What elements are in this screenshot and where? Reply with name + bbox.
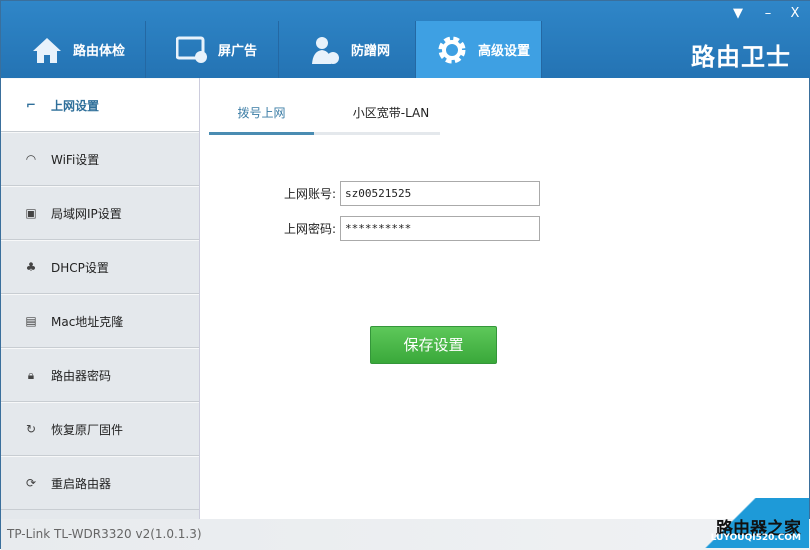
tab-ad-block[interactable]: 屏广告 (146, 21, 279, 78)
password-label: 上网密码: (283, 222, 336, 236)
password-input[interactable]: ********** (340, 216, 540, 241)
user-block-icon (309, 34, 341, 66)
lock-icon: 🔒︎ (27, 367, 35, 382)
sidebar-item-dhcp[interactable]: ♣ DHCP设置 (1, 240, 199, 294)
sidebar-item-label: WiFi设置 (51, 152, 100, 167)
tab-label: 路由体检 (73, 44, 126, 59)
sidebar-item-label: 路由器密码 (51, 368, 112, 383)
sidebar-item-restore-firmware[interactable]: ↻ 恢复原厂固件 (1, 402, 199, 456)
app-window: ▼ – X 路由体检 屏广告 防蹭网 高级设置 路由卫士 ⌐ 上网设置 ◠ WiFi… (0, 0, 810, 550)
sidebar: ⌐ 上网设置 ◠ WiFi设置 ▣ 局域网IP设置 ♣ DHCP设置 ▤ Mac地址克隆 … (1, 78, 200, 519)
sidebar-item-label: DHCP设置 (51, 260, 109, 275)
brand-logo: 路由卫士 (691, 43, 791, 71)
menu-button[interactable]: ▼ (726, 5, 750, 23)
reboot-icon: ⟳ (25, 476, 37, 490)
watermark-url: LUYOUQI520.COM (710, 533, 801, 543)
sidebar-item-router-password[interactable]: 🔒︎ 路由器密码 (1, 348, 199, 402)
tab-lan-broadband[interactable]: 小区宽带-LAN (331, 93, 451, 133)
tab-advanced-settings[interactable]: 高级设置 (416, 21, 542, 78)
sidebar-item-internet[interactable]: ⌐ 上网设置 (1, 78, 199, 132)
sidebar-item-label: 上网设置 (51, 98, 100, 113)
mac-icon: ▤ (25, 314, 37, 328)
sidebar-item-label: 重启路由器 (51, 476, 112, 491)
sidebar-item-mac-clone[interactable]: ▤ Mac地址克隆 (1, 294, 199, 348)
sidebar-item-label: Mac地址克隆 (51, 314, 124, 329)
tab-label: 屏广告 (218, 44, 258, 59)
tab-pppoe[interactable]: 拨号上网 (209, 93, 314, 133)
ad-block-icon (176, 34, 208, 66)
sidebar-item-label: 局域网IP设置 (51, 206, 122, 221)
minimize-button[interactable]: – (756, 5, 780, 23)
account-input[interactable]: sz00521525 (340, 181, 540, 206)
sidebar-item-label: 恢复原厂固件 (51, 422, 124, 437)
tab-label: 高级设置 (478, 44, 531, 59)
network-icon: ♣ (25, 260, 37, 274)
wifi-icon: ◠ (25, 152, 37, 166)
account-label: 上网账号: (283, 187, 336, 201)
sidebar-item-reboot[interactable]: ⟳ 重启路由器 (1, 456, 199, 510)
header: ▼ – X 路由体检 屏广告 防蹭网 高级设置 路由卫士 (1, 1, 810, 78)
watermark: 路由器之家 LUYOUQI520.COM (669, 498, 809, 548)
tab-router-check[interactable]: 路由体检 (1, 21, 146, 78)
cable-icon: ⌐ (25, 98, 37, 112)
close-button[interactable]: X (783, 5, 807, 23)
home-icon (31, 34, 63, 66)
active-tab-indicator (209, 132, 314, 135)
tab-label: 防蹭网 (351, 44, 391, 59)
gear-icon (436, 34, 468, 66)
lan-ip-icon: ▣ (25, 206, 37, 220)
version-text: TP-Link TL-WDR3320 v2(1.0.1.3) (7, 527, 202, 541)
sidebar-item-wifi[interactable]: ◠ WiFi设置 (1, 132, 199, 186)
restore-icon: ↻ (25, 422, 37, 436)
sidebar-item-lan-ip[interactable]: ▣ 局域网IP设置 (1, 186, 199, 240)
tab-anti-leech[interactable]: 防蹭网 (279, 21, 416, 78)
save-button[interactable]: 保存设置 (370, 326, 497, 364)
